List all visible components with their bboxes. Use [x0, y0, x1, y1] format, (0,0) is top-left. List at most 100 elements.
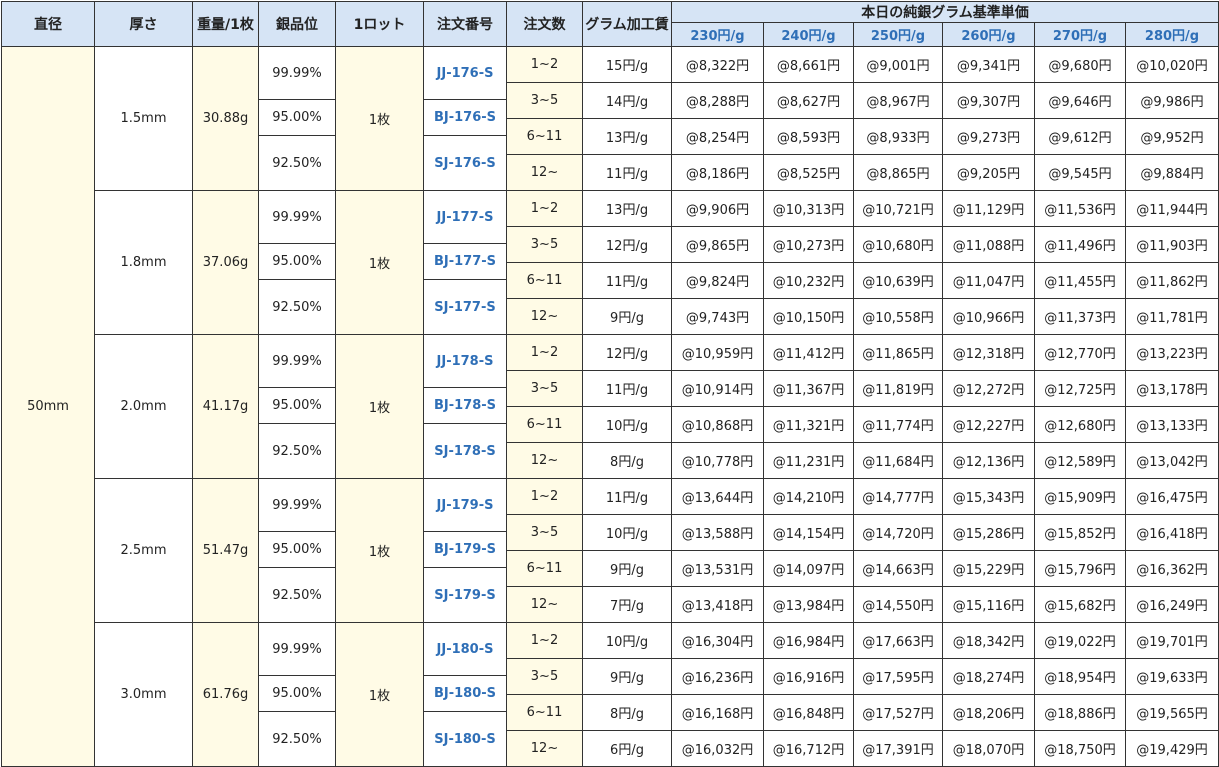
price-cell: @16,168円	[671, 694, 764, 731]
price-cell: @13,178円	[1124, 370, 1219, 407]
qty-cell: 12~	[506, 154, 583, 191]
header-qty: 注文数	[506, 1, 583, 47]
qty-cell: 3~5	[506, 226, 583, 263]
price-cell: @11,496円	[1034, 226, 1126, 263]
thickness-cell: 3.0mm	[94, 622, 193, 767]
price-cell: @8,254円	[671, 118, 764, 155]
price-cell: @19,633円	[1124, 658, 1219, 695]
price-cell: @14,210円	[763, 478, 854, 515]
order-code-cell: SJ-179-S	[423, 567, 507, 623]
qty-cell: 1~2	[506, 190, 583, 227]
price-cell: @10,959円	[671, 334, 764, 371]
purity-cell: 95.00%	[258, 99, 336, 136]
thickness-cell: 1.8mm	[94, 190, 193, 335]
price-cell: @10,914円	[671, 370, 764, 407]
table-row: 2.5mm 51.47g 99.99% 1枚 JJ-179-S 1~2 11円/g @13,6…	[2, 478, 1219, 623]
price-cell: @9,612円	[1034, 118, 1126, 155]
header-price-level: 250円/g	[853, 22, 943, 47]
header-price-level: 240円/g	[763, 22, 854, 47]
price-cell: @14,550円	[853, 586, 943, 623]
purity-cell: 92.50%	[258, 711, 336, 767]
price-cell: @9,205円	[942, 154, 1035, 191]
price-cell: @15,909円	[1034, 478, 1126, 515]
table-row: 1.8mm 37.06g 99.99% 1枚 JJ-177-S 1~2 13円/g @9,90…	[2, 190, 1219, 335]
price-cell: @11,367円	[763, 370, 854, 407]
header-code: 注文番号	[423, 1, 507, 47]
price-cell: @15,286円	[942, 514, 1035, 551]
order-code-cell: JJ-177-S	[423, 190, 507, 244]
qty-cell: 3~5	[506, 658, 583, 695]
qty-cell: 12~	[506, 298, 583, 335]
qty-cell: 1~2	[506, 334, 583, 371]
purity-cell: 99.99%	[258, 334, 336, 388]
fee-cell: 8円/g	[582, 694, 672, 731]
price-cell: @12,318円	[942, 334, 1035, 371]
table-row: 2.0mm 41.17g 99.99% 1枚 JJ-178-S 1~2 12円/g @10,9…	[2, 334, 1219, 479]
price-cell: @14,154円	[763, 514, 854, 551]
price-cell: @9,884円	[1124, 154, 1219, 191]
weight-cell: 61.76g	[192, 622, 259, 767]
price-cell: @16,249円	[1124, 586, 1219, 623]
price-cell: @16,032円	[671, 730, 764, 767]
price-cell: @17,391円	[853, 730, 943, 767]
price-cell: @8,186円	[671, 154, 764, 191]
header-price-level: 280円/g	[1124, 22, 1219, 47]
thickness-cell: 2.0mm	[94, 334, 193, 479]
price-cell: @11,862円	[1124, 262, 1219, 299]
lot-cell: 1枚	[335, 478, 424, 623]
price-cell: @11,088円	[942, 226, 1035, 263]
price-cell: @11,865円	[853, 334, 943, 371]
weight-cell: 51.47g	[192, 478, 259, 623]
price-cell: @14,777円	[853, 478, 943, 515]
price-cell: @16,916円	[763, 658, 854, 695]
price-cell: @9,307円	[942, 82, 1035, 119]
price-cell: @9,001円	[853, 46, 943, 83]
price-cell: @10,680円	[853, 226, 943, 263]
price-cell: @12,770円	[1034, 334, 1126, 371]
price-cell: @13,133円	[1124, 406, 1219, 443]
price-table: 直径 厚さ 重量/1枚 銀品位 1ロット 注文番号 注文数 グラム加工賃 本日の…	[1, 1, 1219, 767]
qty-cell: 3~5	[506, 514, 583, 551]
price-cell: @19,429円	[1124, 730, 1219, 767]
price-cell: @17,595円	[853, 658, 943, 695]
order-code-cell: BJ-179-S	[423, 531, 507, 568]
weight-cell: 30.88g	[192, 46, 259, 191]
purity-cell: 95.00%	[258, 387, 336, 424]
price-cell: @10,868円	[671, 406, 764, 443]
qty-cell: 6~11	[506, 262, 583, 299]
price-cell: @17,663円	[853, 622, 943, 659]
price-cell: @18,750円	[1034, 730, 1126, 767]
price-cell: @18,274円	[942, 658, 1035, 695]
price-cell: @11,774円	[853, 406, 943, 443]
fee-cell: 10円/g	[582, 406, 672, 443]
weight-cell: 37.06g	[192, 190, 259, 335]
price-cell: @14,720円	[853, 514, 943, 551]
qty-cell: 6~11	[506, 694, 583, 731]
price-cell: @16,418円	[1124, 514, 1219, 551]
fee-cell: 9円/g	[582, 658, 672, 695]
lot-cell: 1枚	[335, 190, 424, 335]
price-cell: @8,288円	[671, 82, 764, 119]
purity-cell: 99.99%	[258, 478, 336, 532]
price-cell: @8,525円	[763, 154, 854, 191]
price-cell: @11,684円	[853, 442, 943, 479]
qty-cell: 1~2	[506, 478, 583, 515]
price-cell: @12,680円	[1034, 406, 1126, 443]
price-cell: @10,150円	[763, 298, 854, 335]
fee-cell: 6円/g	[582, 730, 672, 767]
price-cell: @11,536円	[1034, 190, 1126, 227]
price-cell: @11,231円	[763, 442, 854, 479]
price-cell: @10,273円	[763, 226, 854, 263]
price-cell: @18,886円	[1034, 694, 1126, 731]
qty-cell: 1~2	[506, 622, 583, 659]
purity-cell: 99.99%	[258, 622, 336, 676]
price-cell: @9,545円	[1034, 154, 1126, 191]
price-cell: @10,721円	[853, 190, 943, 227]
header-lot: 1ロット	[335, 1, 424, 47]
header-diameter: 直径	[1, 1, 95, 47]
table-row: 3.0mm 61.76g 99.99% 1枚 JJ-180-S 1~2 10円/g @16,3…	[2, 622, 1219, 767]
price-cell: @9,680円	[1034, 46, 1126, 83]
price-cell: @11,781円	[1124, 298, 1219, 335]
price-cell: @13,531円	[671, 550, 764, 587]
price-cell: @13,042円	[1124, 442, 1219, 479]
